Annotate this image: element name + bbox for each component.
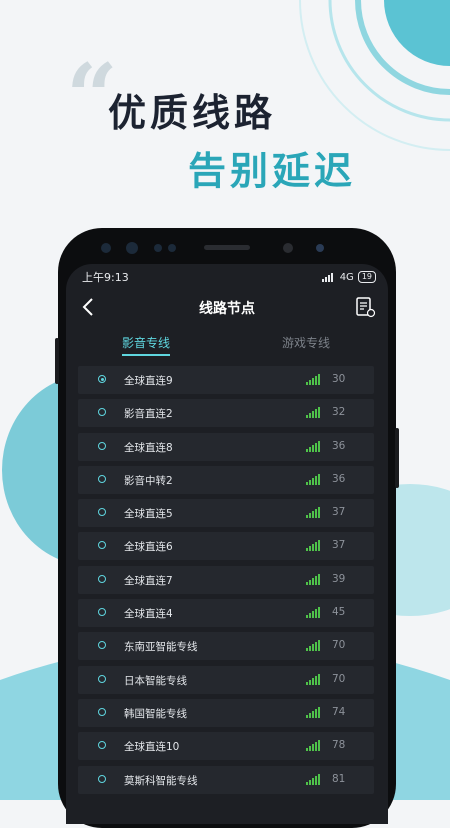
node-name: 影音直连2 xyxy=(124,408,173,421)
radio-unselected-icon[interactable] xyxy=(98,408,106,417)
radio-unselected-icon[interactable] xyxy=(98,707,106,716)
node-name: 日本智能专线 xyxy=(124,674,187,687)
phone-top-sensors xyxy=(101,242,324,254)
document-help-icon[interactable] xyxy=(354,296,376,318)
node-latency: 37 xyxy=(332,506,346,519)
status-bar: 上午9:13 4G 19 xyxy=(82,268,376,286)
volume-button xyxy=(55,338,59,384)
radio-unselected-icon[interactable] xyxy=(98,574,106,583)
cellular-signal-icon xyxy=(321,273,333,282)
battery-icon: 19 xyxy=(357,271,376,283)
node-latency: 36 xyxy=(332,472,346,485)
node-name: 莫斯科智能专线 xyxy=(124,774,198,787)
node-latency: 45 xyxy=(332,606,346,619)
node-name: 全球直连4 xyxy=(124,608,173,621)
active-tab-indicator xyxy=(122,354,170,356)
signal-strength-icon xyxy=(306,673,320,685)
status-indicators: 4G 19 xyxy=(321,271,376,283)
tab-media-line[interactable]: 影音专线 xyxy=(122,334,170,351)
node-row[interactable]: 影音直连2 32 xyxy=(78,399,374,428)
node-latency: 70 xyxy=(332,639,346,652)
signal-strength-icon xyxy=(306,374,320,385)
power-button xyxy=(395,428,399,488)
node-latency: 36 xyxy=(332,439,346,452)
signal-strength-icon xyxy=(306,540,320,552)
radio-unselected-icon[interactable] xyxy=(98,441,106,450)
node-row[interactable]: 影音中转2 36 xyxy=(78,465,374,494)
node-name: 东南亚智能专线 xyxy=(124,641,198,654)
node-row[interactable]: 莫斯科智能专线 81 xyxy=(78,765,374,794)
app-screen: 上午9:13 4G 19 线路节点 影音专线 游戏专线 全球直连9 30 影音直… xyxy=(66,264,388,824)
node-latency: 74 xyxy=(332,705,346,718)
node-name: 全球直连9 xyxy=(124,375,173,387)
radio-unselected-icon[interactable] xyxy=(98,608,106,617)
signal-strength-icon xyxy=(306,640,320,652)
node-row[interactable]: 全球直连5 37 xyxy=(78,499,374,528)
radio-unselected-icon[interactable] xyxy=(98,774,106,783)
node-row[interactable]: 全球直连7 39 xyxy=(78,565,374,594)
node-latency: 70 xyxy=(332,672,346,685)
signal-strength-icon xyxy=(306,706,320,718)
hero-title-line1: 优质线路 xyxy=(108,91,277,135)
signal-strength-icon xyxy=(306,473,320,485)
hero-title-line2: 告别延迟 xyxy=(188,149,357,193)
radio-selected-icon[interactable] xyxy=(98,375,106,383)
phone-frame: 上午9:13 4G 19 线路节点 影音专线 游戏专线 全球直连9 30 影音直… xyxy=(55,228,399,828)
node-name: 全球直连7 xyxy=(124,574,173,587)
signal-strength-icon xyxy=(306,740,320,752)
node-row[interactable]: 日本智能专线 70 xyxy=(78,665,374,694)
signal-strength-icon xyxy=(306,440,320,452)
network-type: 4G xyxy=(339,271,354,283)
node-row[interactable]: 韩国智能专线 74 xyxy=(78,698,374,727)
node-row[interactable]: 全球直连8 36 xyxy=(78,432,374,461)
node-row[interactable]: 全球直连4 45 xyxy=(78,599,374,628)
node-list: 全球直连9 30 影音直连2 32 全球直连8 36 影音中转2 36 全球直连5 37 全球直连6… xyxy=(78,366,374,799)
status-time: 上午9:13 xyxy=(82,271,129,284)
node-row[interactable]: 全球直连9 30 xyxy=(78,366,374,394)
node-row[interactable]: 东南亚智能专线 70 xyxy=(78,632,374,661)
line-type-tabs: 影音专线 游戏专线 xyxy=(66,334,388,364)
node-latency: 37 xyxy=(332,539,346,552)
radio-unselected-icon[interactable] xyxy=(98,474,106,483)
node-name: 全球直连10 xyxy=(124,741,180,754)
signal-strength-icon xyxy=(306,773,320,785)
node-name: 全球直连5 xyxy=(124,508,173,521)
signal-strength-icon xyxy=(306,573,320,585)
radio-unselected-icon[interactable] xyxy=(98,541,106,550)
node-latency: 32 xyxy=(332,406,346,419)
nav-bar: 线路节点 xyxy=(66,292,388,322)
node-name: 全球直连6 xyxy=(124,541,173,554)
radio-unselected-icon[interactable] xyxy=(98,674,106,683)
signal-strength-icon xyxy=(306,407,320,419)
node-latency: 78 xyxy=(332,739,346,752)
signal-strength-icon xyxy=(306,607,320,619)
node-name: 韩国智能专线 xyxy=(124,707,187,720)
radio-unselected-icon[interactable] xyxy=(98,641,106,650)
node-latency: 39 xyxy=(332,572,346,585)
node-name: 全球直连8 xyxy=(124,441,173,454)
node-latency: 81 xyxy=(332,772,346,785)
radio-unselected-icon[interactable] xyxy=(98,508,106,517)
node-latency: 30 xyxy=(332,373,346,385)
tab-game-line[interactable]: 游戏专线 xyxy=(282,334,330,351)
node-name: 影音中转2 xyxy=(124,474,173,487)
radio-unselected-icon[interactable] xyxy=(98,741,106,750)
page-title: 线路节点 xyxy=(199,301,255,317)
signal-strength-icon xyxy=(306,507,320,519)
node-row[interactable]: 全球直连10 78 xyxy=(78,732,374,761)
node-row[interactable]: 全球直连6 37 xyxy=(78,532,374,561)
